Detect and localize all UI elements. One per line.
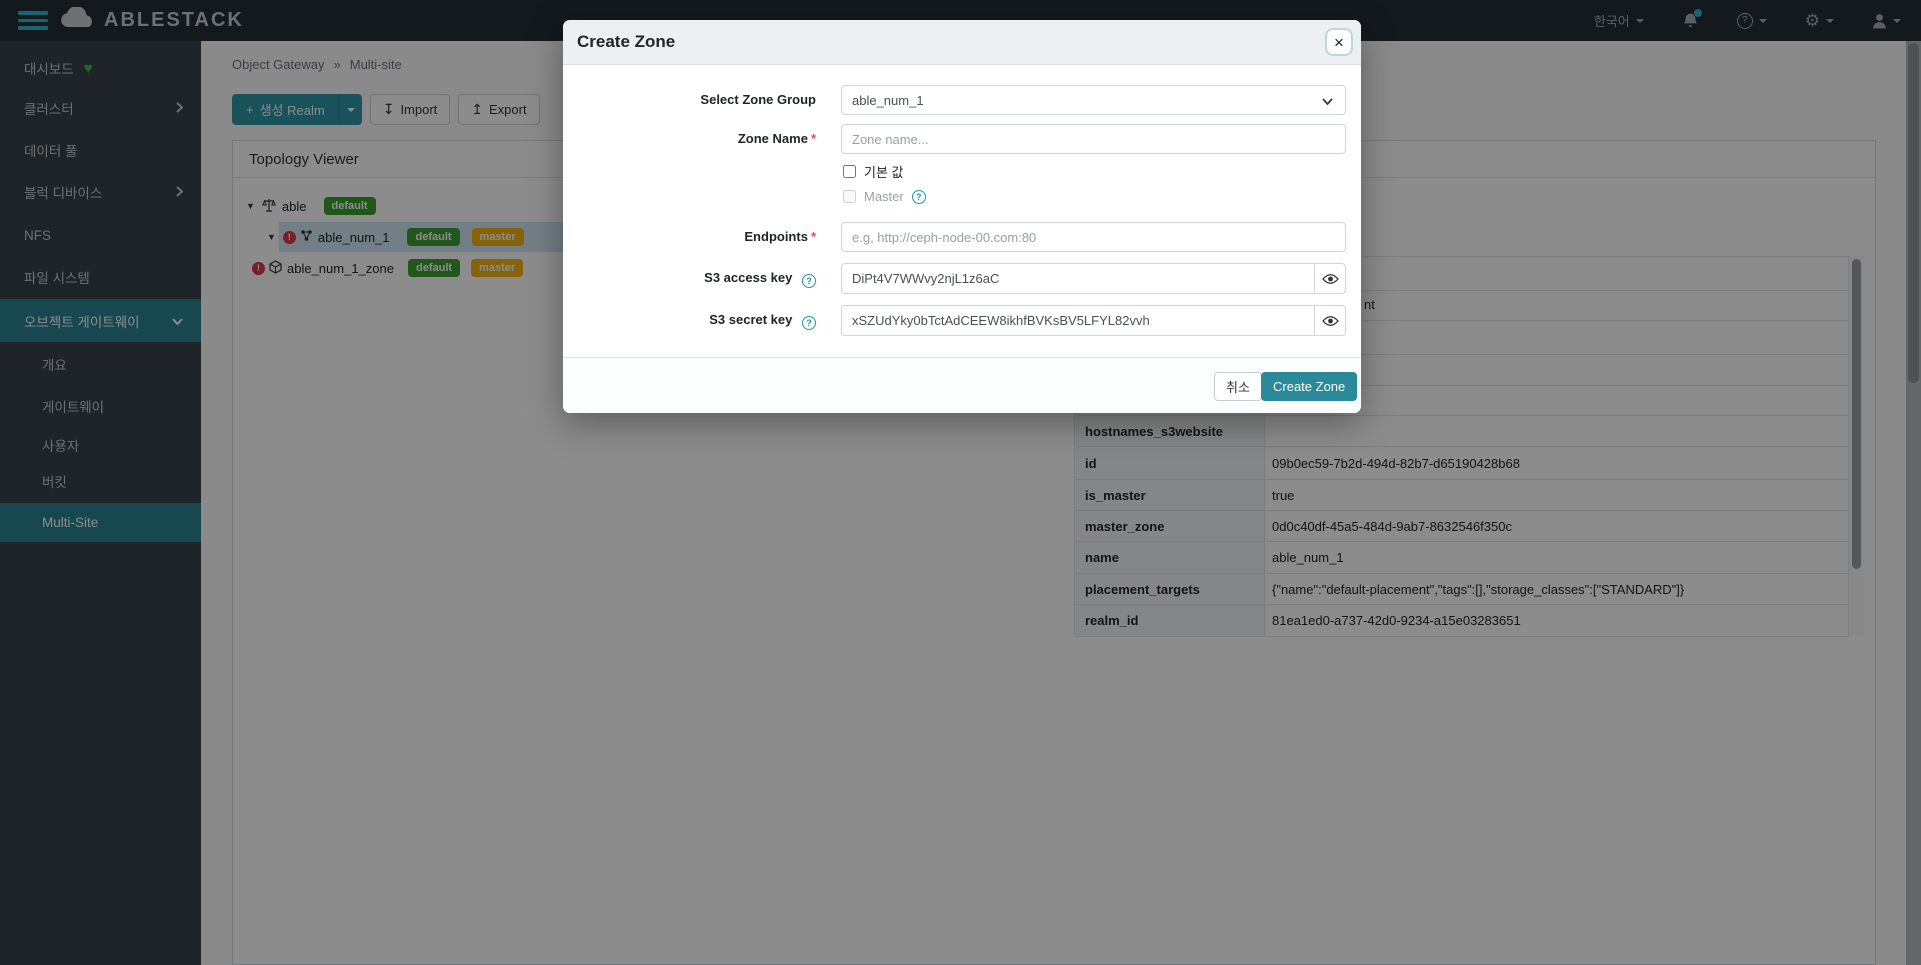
field-label-text: Select Zone Group <box>700 92 816 107</box>
default-checkbox-label: 기본 값 <box>864 165 904 180</box>
modal-title: Create Zone <box>577 32 676 51</box>
field-label-text: Endpoints <box>744 229 808 244</box>
eye-icon <box>1321 315 1339 326</box>
cancel-button[interactable]: 취소 <box>1214 372 1262 401</box>
zone-name-field <box>841 124 1346 154</box>
required-asterisk: * <box>810 131 816 146</box>
select-zone-group-label: Select Zone Group <box>563 92 816 107</box>
chevron-down-icon <box>1322 98 1333 105</box>
s3-access-key-label: S3 access key ? <box>563 270 816 288</box>
s3-access-key-field <box>841 263 1346 294</box>
eye-icon <box>1321 273 1339 284</box>
modal-footer: 취소 Create Zone <box>563 357 1361 413</box>
show-secret-key-button[interactable] <box>1314 305 1346 336</box>
zone-name-label: Zone Name * <box>563 131 816 146</box>
master-checkbox <box>843 190 856 203</box>
help-icon[interactable]: ? <box>911 189 926 204</box>
s3-access-key-input[interactable] <box>841 263 1315 294</box>
endpoints-input[interactable] <box>841 222 1346 252</box>
create-zone-modal: Create Zone × Select Zone Group able_num… <box>563 20 1361 413</box>
zone-group-select[interactable]: able_num_1 <box>841 85 1346 115</box>
master-checkbox-label: Master <box>864 189 904 204</box>
default-checkbox-row: 기본 값 <box>843 162 904 181</box>
field-label-text: S3 access key <box>704 270 793 285</box>
help-icon[interactable]: ? <box>802 316 816 330</box>
create-zone-button[interactable]: Create Zone <box>1261 372 1358 401</box>
close-icon[interactable]: × <box>1325 28 1353 56</box>
master-checkbox-row: Master ? <box>843 189 926 204</box>
show-access-key-button[interactable] <box>1314 263 1346 294</box>
s3-secret-key-input[interactable] <box>841 305 1315 336</box>
required-asterisk: * <box>810 229 816 244</box>
app-window: ABLESTACK 한국어 ? ⚙ 대시보드 ♥ 클러스터 데이터 풀 블럭 디… <box>0 0 1921 965</box>
s3-secret-key-field <box>841 305 1346 336</box>
endpoints-field <box>841 222 1346 252</box>
modal-header: Create Zone <box>563 20 1361 65</box>
s3-secret-key-label: S3 secret key ? <box>563 312 816 330</box>
endpoints-label: Endpoints * <box>563 229 816 244</box>
help-icon[interactable]: ? <box>802 274 816 288</box>
default-checkbox[interactable] <box>843 165 856 178</box>
field-label-text: S3 secret key <box>709 312 793 327</box>
zone-group-selected-value: able_num_1 <box>852 92 924 108</box>
field-label-text: Zone Name <box>737 131 808 146</box>
zone-name-input[interactable] <box>841 124 1346 154</box>
